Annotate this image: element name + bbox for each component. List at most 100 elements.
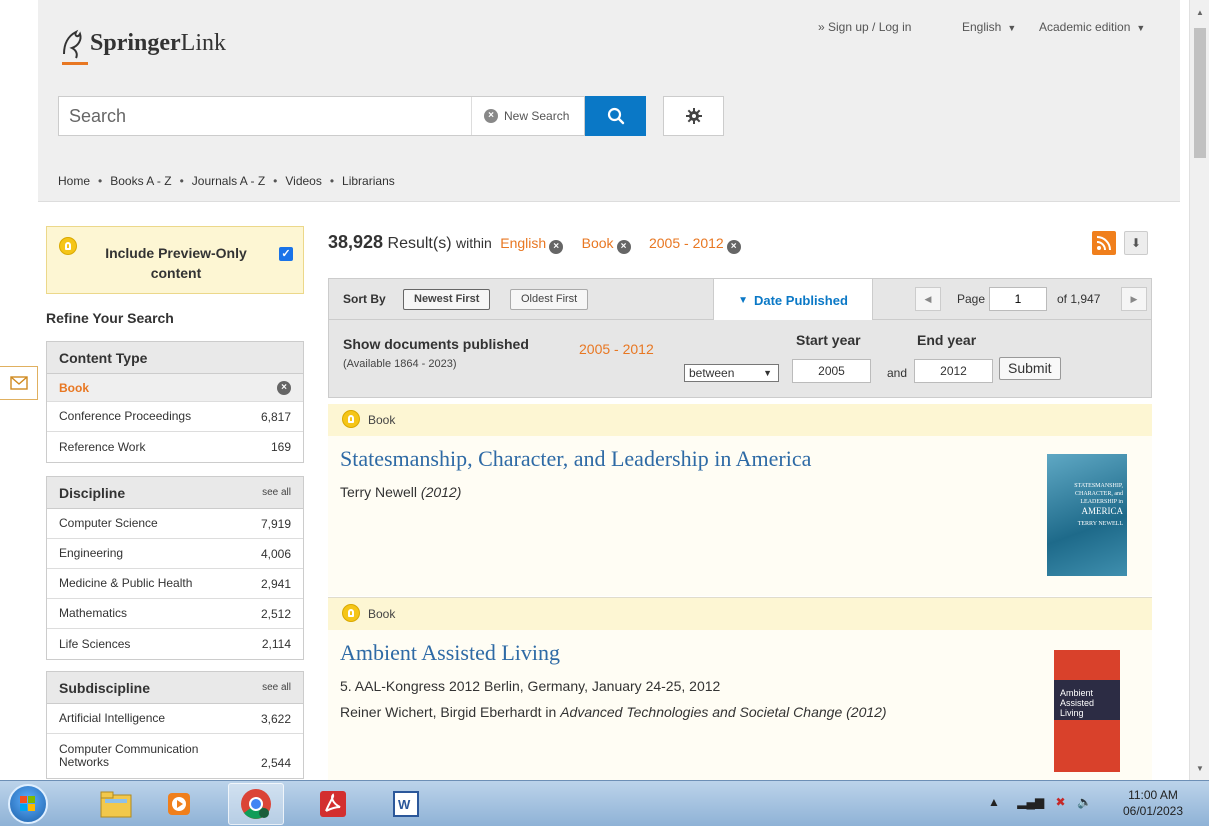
end-year-input[interactable]: 2012 bbox=[914, 359, 993, 383]
start-year-label: Start year bbox=[796, 332, 861, 348]
result-item: Book Statesmanship, Character, and Leade… bbox=[328, 404, 1152, 596]
vertical-scrollbar[interactable]: ▲ ▼ bbox=[1189, 0, 1209, 780]
cover-text: CHARACTER, and bbox=[1075, 491, 1123, 497]
facet-item-label: Life Sciences bbox=[59, 636, 131, 651]
taskbar-adobe-reader[interactable] bbox=[305, 783, 361, 825]
facet-item-count: 7,919 bbox=[260, 516, 291, 531]
taskbar-word[interactable]: W bbox=[378, 783, 434, 825]
facet-item[interactable]: Computer Science 7,919 bbox=[47, 509, 303, 539]
facet-item[interactable]: Conference Proceedings 6,817 bbox=[47, 402, 303, 432]
edition-label: Academic edition bbox=[1039, 20, 1131, 34]
result-title-link[interactable]: Statesmanship, Character, and Leadership… bbox=[340, 446, 811, 472]
filter-tag-content-type[interactable]: Book × bbox=[582, 235, 631, 254]
selected-range-text: 2005 - 2012 bbox=[579, 341, 654, 357]
facet-title: Subdiscipline bbox=[59, 679, 151, 696]
date-published-tab[interactable]: ▼ Date Published bbox=[713, 278, 873, 321]
facet-item-label: Conference Proceedings bbox=[59, 409, 192, 423]
triangle-down-icon: ▼ bbox=[738, 294, 748, 306]
volume-icon[interactable]: 🔈 bbox=[1077, 795, 1092, 809]
facet-item-count: 169 bbox=[270, 440, 291, 454]
show-documents-label: Show documents published bbox=[343, 336, 529, 352]
facet-item[interactable]: Reference Work 169 bbox=[47, 432, 303, 462]
logo-springer-text: Springer bbox=[90, 29, 181, 56]
chrome-icon bbox=[241, 789, 271, 819]
author-name[interactable]: Terry Newell bbox=[340, 484, 417, 500]
book-cover-image[interactable]: Ambient Assisted Living bbox=[1054, 650, 1120, 772]
include-preview-checkbox[interactable]: ✓ bbox=[279, 247, 293, 261]
search-settings-button[interactable] bbox=[663, 96, 724, 136]
gear-icon bbox=[685, 108, 702, 124]
svg-text:W: W bbox=[398, 797, 411, 812]
prev-page-button[interactable]: ◀ bbox=[915, 287, 941, 311]
facet-item-label: Artificial Intelligence bbox=[59, 711, 166, 725]
remove-filter-icon[interactable]: × bbox=[726, 240, 741, 254]
facet-item-label: Computer Science bbox=[59, 516, 158, 530]
result-title-link[interactable]: Ambient Assisted Living bbox=[340, 640, 560, 666]
nav-books-az[interactable]: Books A - Z bbox=[110, 174, 171, 188]
rss-feed-button[interactable] bbox=[1092, 231, 1116, 255]
remove-filter-icon[interactable]: × bbox=[277, 380, 291, 395]
facet-item[interactable]: Engineering 4,006 bbox=[47, 539, 303, 569]
start-button[interactable] bbox=[8, 784, 48, 824]
facet-item[interactable]: Artificial Intelligence 3,622 bbox=[47, 704, 303, 734]
facet-active-book[interactable]: Book × bbox=[47, 374, 303, 402]
signup-login-link[interactable]: » Sign up / Log in bbox=[818, 20, 911, 34]
springer-link-logo[interactable]: SpringerLink bbox=[58, 26, 226, 60]
filter-tag-language[interactable]: English × bbox=[500, 235, 564, 254]
network-error-icon[interactable]: ✖ bbox=[1056, 795, 1066, 809]
download-results-button[interactable]: ⬇ bbox=[1124, 231, 1148, 255]
next-page-button[interactable]: ▶ bbox=[1121, 287, 1147, 311]
facet-title: Content Type bbox=[59, 349, 148, 366]
nav-videos[interactable]: Videos bbox=[285, 174, 321, 188]
new-search-button[interactable]: × New Search bbox=[471, 97, 569, 135]
taskbar-media-player[interactable] bbox=[151, 783, 207, 825]
scroll-down-arrow-icon[interactable]: ▼ bbox=[1196, 764, 1204, 773]
search-button[interactable] bbox=[585, 96, 646, 136]
include-preview-box[interactable]: Include Preview-Only content ✓ bbox=[46, 226, 304, 294]
facet-item[interactable]: Computer Communication Networks 2,544 bbox=[47, 734, 303, 778]
see-all-link[interactable]: see all bbox=[262, 682, 291, 693]
facet-item-label: Mathematics bbox=[59, 606, 128, 620]
scrollbar-thumb[interactable] bbox=[1194, 28, 1206, 158]
nav-home[interactable]: Home bbox=[58, 174, 90, 188]
search-box: × New Search bbox=[58, 96, 585, 136]
book-series-link[interactable]: Advanced Technologies and Societal Chang… bbox=[560, 704, 886, 720]
nav-journals-az[interactable]: Journals A - Z bbox=[192, 174, 265, 188]
result-authors: Reiner Wichert, Birgid Eberhardt in Adva… bbox=[340, 704, 887, 720]
facet-item[interactable]: Medicine & Public Health 2,941 bbox=[47, 569, 303, 599]
folder-icon bbox=[100, 791, 132, 818]
book-cover-image[interactable]: STATESMANSHIP, CHARACTER, and LEADERSHIP… bbox=[1047, 454, 1127, 576]
author-names[interactable]: Reiner Wichert, Birgid Eberhardt in bbox=[340, 704, 560, 720]
signal-bars-icon[interactable]: ▂▄▆ bbox=[1017, 795, 1044, 809]
edition-dropdown[interactable]: Academic edition ▼ bbox=[1039, 20, 1145, 34]
result-item: Book Ambient Assisted Living 5. AAL-Kong… bbox=[328, 597, 1152, 780]
nav-librarians[interactable]: Librarians bbox=[342, 174, 395, 188]
submit-date-button[interactable]: Submit bbox=[999, 357, 1061, 380]
language-dropdown[interactable]: English ▼ bbox=[962, 20, 1016, 34]
facet-item-label: Medicine & Public Health bbox=[59, 576, 193, 590]
scroll-up-arrow-icon[interactable]: ▲ bbox=[1196, 8, 1204, 17]
remove-filter-icon[interactable]: × bbox=[549, 240, 564, 254]
result-type-bar: Book bbox=[328, 404, 1152, 436]
date-mode-select[interactable]: between ▼ bbox=[684, 364, 779, 382]
sort-newest-button[interactable]: Newest First bbox=[403, 289, 491, 310]
page-total-label: of 1,947 bbox=[1057, 292, 1101, 306]
facet-item[interactable]: Mathematics 2,512 bbox=[47, 599, 303, 629]
clock-date: 06/01/2023 bbox=[1122, 804, 1184, 818]
see-all-link[interactable]: see all bbox=[262, 487, 291, 498]
search-input[interactable] bbox=[59, 97, 469, 135]
sort-oldest-button[interactable]: Oldest First bbox=[510, 289, 589, 310]
show-hidden-icons-icon[interactable]: ▲ bbox=[988, 795, 1000, 809]
new-search-label: New Search bbox=[504, 109, 570, 123]
taskbar-clock[interactable]: 11:00 AM 06/01/2023 bbox=[1108, 787, 1198, 819]
page-number-input[interactable]: 1 bbox=[989, 287, 1047, 311]
filter-tag-date[interactable]: 2005 - 2012 × bbox=[649, 235, 741, 254]
remove-filter-icon[interactable]: × bbox=[616, 240, 631, 254]
feedback-mail-tab[interactable] bbox=[0, 366, 38, 400]
result-type-label: Book bbox=[368, 607, 396, 621]
cover-text: Ambient bbox=[1060, 688, 1094, 698]
taskbar-chrome[interactable] bbox=[228, 783, 284, 825]
taskbar-file-explorer[interactable] bbox=[88, 783, 144, 825]
facet-item[interactable]: Life Sciences 2,114 bbox=[47, 629, 303, 659]
start-year-input[interactable]: 2005 bbox=[792, 359, 871, 383]
